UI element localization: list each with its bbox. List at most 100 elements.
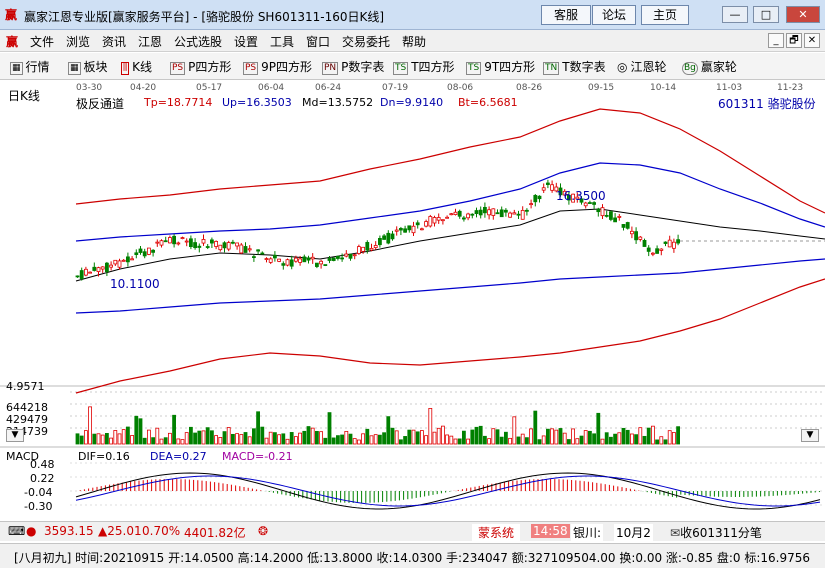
- candle-body: [655, 248, 659, 254]
- candle-body: [398, 228, 403, 231]
- volume-bar: [398, 439, 403, 445]
- candle-body: [344, 253, 349, 257]
- menu-file[interactable]: 文件: [30, 33, 54, 50]
- toolbar-kline[interactable]: ⫼ K线: [121, 58, 152, 75]
- status-bar-bar-info: [八月初九] 时间:20210915 开:14.0500 高:14.2000 低…: [0, 543, 825, 568]
- candle-body: [88, 271, 92, 274]
- candle-body: [205, 246, 210, 248]
- menu-formula[interactable]: 公式选股: [174, 33, 222, 50]
- volume-bar: [109, 437, 113, 445]
- indicator-name: 极反通道: [76, 97, 125, 111]
- volume-bar: [646, 427, 651, 445]
- candle-body: [550, 184, 554, 191]
- volume-bar: [235, 433, 240, 445]
- menu-settings[interactable]: 设置: [234, 33, 258, 50]
- date-tick: 08-06: [447, 83, 473, 93]
- candle-body: [436, 217, 441, 221]
- candle-body: [251, 256, 256, 258]
- home-button[interactable]: 主页: [641, 5, 689, 25]
- ts-icon: TS: [393, 62, 409, 75]
- volume-bar: [100, 434, 105, 445]
- macd-value: MACD=-0.21: [222, 450, 293, 463]
- receive-label: ✉收601311分笔: [670, 526, 762, 540]
- candle-body: [625, 222, 630, 229]
- volume-bar: [470, 429, 475, 445]
- collapse-down-button[interactable]: ▼: [6, 429, 24, 442]
- service-button[interactable]: 客服: [541, 5, 591, 25]
- candle-body: [415, 222, 420, 226]
- candle-body: [634, 231, 638, 241]
- candle-body: [201, 239, 206, 244]
- toolbar-quotes[interactable]: ▦ 行情: [10, 58, 50, 75]
- toolbar-9p-square[interactable]: PS 9P四方形: [243, 58, 312, 75]
- mdi-restore-button[interactable]: 🗗: [786, 33, 802, 48]
- toolbar-t-table[interactable]: TN T数字表: [543, 58, 606, 75]
- candle-body: [461, 217, 466, 220]
- indicator-dn: Dn=9.9140: [380, 96, 444, 109]
- volume-bar: [256, 411, 261, 445]
- mdi-close-button[interactable]: ✕: [804, 33, 820, 48]
- candle-body: [327, 258, 332, 261]
- alert-icon[interactable]: ❂: [258, 524, 268, 538]
- menu-tools[interactable]: 工具: [270, 33, 294, 50]
- toolbar-sectors[interactable]: ▦ 板块: [68, 58, 108, 75]
- index-value: 3593.15: [44, 524, 94, 538]
- candle-body: [457, 210, 462, 217]
- candle-body: [377, 238, 382, 246]
- mdi-minimize-button[interactable]: _: [768, 33, 784, 48]
- maximize-button[interactable]: □: [753, 6, 779, 23]
- volume-bar: [579, 435, 584, 445]
- collapse-down-button-right[interactable]: ▼: [801, 429, 819, 442]
- volume-bar: [520, 433, 525, 445]
- toolbar-9t-square[interactable]: TS 9T四方形: [466, 58, 535, 75]
- app-menu-icon[interactable]: 赢: [6, 33, 18, 50]
- close-button[interactable]: ✕: [786, 6, 820, 23]
- candle-body: [172, 235, 177, 245]
- menu-gann[interactable]: 江恩: [138, 33, 162, 50]
- candle-body: [180, 237, 185, 240]
- candle-body: [394, 229, 399, 232]
- menu-browse[interactable]: 浏览: [66, 33, 90, 50]
- candle-body: [356, 246, 361, 254]
- volume-bar: [588, 430, 592, 445]
- volume-bar: [575, 438, 580, 445]
- menu-trade[interactable]: 交易委托: [342, 33, 390, 50]
- menu-info[interactable]: 资讯: [102, 33, 126, 50]
- title-bar: 赢 赢家江恩专业版[赢家服务平台] - [骆驼股份 SH601311-160日K…: [0, 0, 825, 30]
- ps9-icon: PS: [243, 62, 259, 75]
- candle-body: [138, 248, 143, 253]
- toolbar-p-square[interactable]: PS P四方形: [170, 58, 231, 75]
- volume-bar: [667, 430, 672, 445]
- volume-bar: [163, 437, 168, 445]
- list-icon: ▦: [10, 62, 23, 75]
- toolbar-t-square[interactable]: TS T四方形: [393, 58, 455, 75]
- candle-body: [100, 266, 105, 270]
- candle-body: [546, 182, 550, 185]
- toolbar-p-table[interactable]: PN P数字表: [322, 58, 384, 75]
- candle-body: [323, 264, 328, 266]
- toolbar-gann-wheel[interactable]: ◎ 江恩轮: [617, 58, 667, 75]
- window-title: 赢家江恩专业版[赢家服务平台] - [骆驼股份 SH601311-160日K线]: [24, 10, 385, 24]
- candle-body: [659, 248, 664, 251]
- volume-bar: [159, 438, 164, 445]
- forum-button[interactable]: 论坛: [592, 5, 636, 25]
- date-tick: 10-14: [650, 83, 676, 93]
- volume-bar: [298, 432, 303, 445]
- candle-body: [298, 258, 303, 263]
- menu-help[interactable]: 帮助: [402, 33, 426, 50]
- candle-body: [235, 242, 240, 247]
- toolbar-winner-wheel[interactable]: Bg 赢家轮: [682, 58, 737, 75]
- candle-body: [277, 258, 282, 262]
- keyboard-icon[interactable]: ⌨: [8, 524, 25, 538]
- indicator-bt: Bt=6.5681: [458, 96, 518, 109]
- menu-window[interactable]: 窗口: [306, 33, 330, 50]
- stock-name: 601311 骆驼股份: [718, 97, 816, 111]
- candle-body: [533, 195, 538, 203]
- candle-body: [176, 242, 181, 245]
- dif-line: [75, 472, 821, 510]
- volume-bar: [491, 428, 496, 445]
- chart-area[interactable]: 03-30 04-20 05-17 06-04 06-24 07-19 08-06 08-26…: [0, 81, 825, 521]
- volume-bar: [604, 432, 609, 445]
- minimize-button[interactable]: —: [722, 6, 748, 23]
- volume-bar: [567, 439, 571, 445]
